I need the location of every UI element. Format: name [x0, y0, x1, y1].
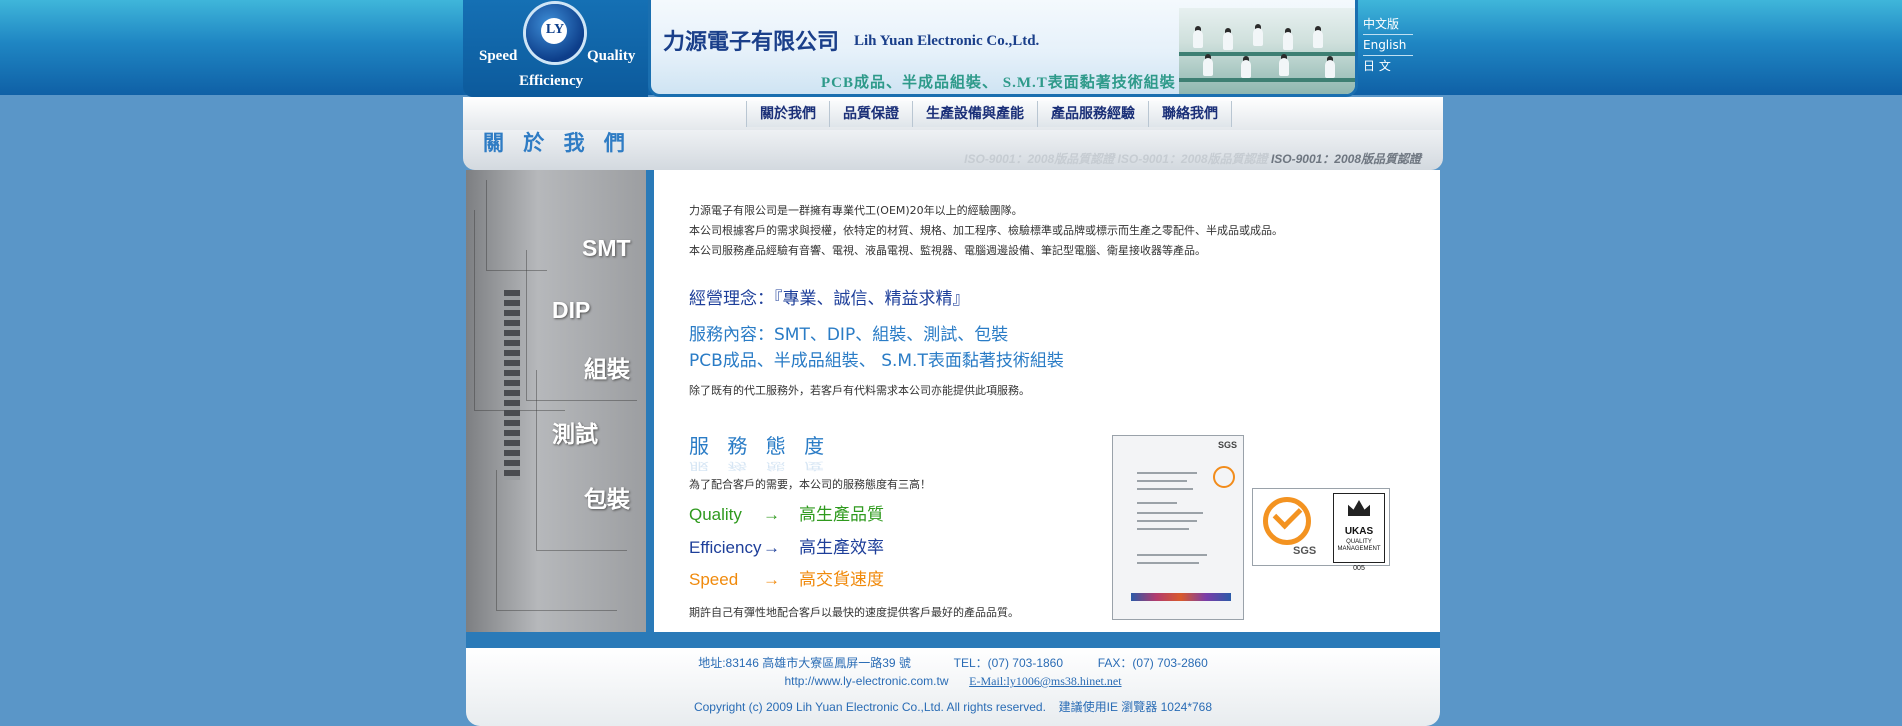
- logo-word-efficiency: Efficiency: [519, 73, 584, 89]
- services-line-1: 服務內容：SMT、DIP、組裝、測試、包裝: [689, 325, 1009, 345]
- header-slogan: PCB成品、半成品組裝、 S.M.T表面黏著技術組裝: [821, 75, 1176, 91]
- lang-chinese-link[interactable]: 中文版: [1363, 14, 1413, 35]
- sidebar-word-testing: 測試: [552, 421, 598, 447]
- efficiency-key: Efficiency: [689, 538, 762, 557]
- efficiency-row: Efficiency→ 高生產效率: [689, 533, 884, 558]
- lang-japanese-link[interactable]: 日 文: [1363, 56, 1413, 76]
- footer-email-link[interactable]: E-Mail:ly1006@ms38.hinet.net: [969, 674, 1121, 688]
- ukas-subtitle: QUALITY MANAGEMENT: [1337, 539, 1381, 552]
- footer-band: [466, 632, 1440, 648]
- company-name-en: Lih Yuan Electronic Co.,Ltd.: [854, 33, 1040, 49]
- header-banner: 力源電子有限公司 Lih Yuan Electronic Co.,Ltd. PC…: [648, 0, 1358, 97]
- nav-equipment[interactable]: 生產設備與產能: [912, 101, 1037, 127]
- intro-line-1: 力源電子有限公司是一群擁有專業代工(OEM)20年以上的經驗團隊。: [689, 204, 1023, 217]
- nav-about[interactable]: 關於我們: [746, 101, 829, 127]
- title-area: 關 於 我 們 ISO-9001：2008版品質認證 ISO-9001：2008…: [463, 130, 1443, 170]
- certificate-seal-icon: [1213, 466, 1235, 488]
- ukas-logo-icon: UKAS QUALITY MANAGEMENT 005: [1333, 493, 1385, 572]
- footer-browser-note: 建議使用IE 瀏覽器 1024*768: [1058, 700, 1213, 714]
- certificate-color-bar: [1131, 593, 1231, 601]
- efficiency-value: 高生產效率: [799, 538, 884, 557]
- page-title: 關 於 我 們: [483, 131, 631, 155]
- main-content: 力源電子有限公司是一群擁有專業代工(OEM)20年以上的經驗團隊。 本公司根據客…: [654, 170, 1440, 632]
- chip-graphic: [504, 290, 520, 480]
- quality-row: Quality → 高生產品質: [689, 500, 884, 525]
- sidebar-edge: [646, 170, 654, 632]
- speed-row: Speed → 高交貨速度: [689, 565, 884, 590]
- philosophy-heading: 經營理念：『專業、誠信、精益求精』: [689, 289, 970, 309]
- iso-banner-strong: ISO-9001：2008版品質認證: [1270, 152, 1421, 166]
- page-wrapper: LY Speed Quality Efficiency 力源電子有限公司 Lih…: [463, 0, 1443, 726]
- main-nav: 關於我們 品質保證 生產設備與產能 產品服務經驗 聯絡我們: [746, 101, 1232, 127]
- speed-value: 高交貨速度: [799, 570, 884, 589]
- speed-key: Speed: [689, 570, 739, 589]
- nav-experience[interactable]: 產品服務經驗: [1037, 101, 1148, 127]
- footer-copyright-line: Copyright (c) 2009 Lih Yuan Electronic C…: [466, 698, 1440, 715]
- sidebar-word-dip: DIP: [552, 297, 591, 323]
- logo-word-speed: Speed: [479, 48, 518, 64]
- ukas-number: 005: [1353, 565, 1365, 572]
- intro-line-2: 本公司根據客戶的需求與授權，依特定的材質、規格、加工程序、檢驗標準或品牌或標示而…: [689, 224, 1283, 237]
- speed-arrow-icon: →: [763, 570, 780, 589]
- service-attitude-intro: 為了配合客戶的需要，本公司的服務態度有三高！: [689, 478, 931, 491]
- nav-contact[interactable]: 聯絡我們: [1148, 101, 1232, 127]
- iso-certificate-image[interactable]: SGS: [1112, 435, 1244, 620]
- iso-banner-faded: ISO-9001：2008版品質認證 ISO-9001：2008版品質認證: [964, 152, 1268, 166]
- sgs-logo-icon: SGS: [1257, 495, 1325, 559]
- services-line-2: PCB成品、半成品組裝、 S.M.T表面黏著技術組裝: [689, 351, 1064, 371]
- footer-copyright: Copyright (c) 2009 Lih Yuan Electronic C…: [693, 700, 1046, 714]
- ukas-name: UKAS: [1344, 526, 1374, 537]
- lang-english-link[interactable]: English: [1363, 35, 1413, 56]
- service-attitude-heading-reflection: 服 務 態 度: [689, 459, 831, 472]
- sidebar-word-packing: 包裝: [584, 486, 630, 512]
- footer-fax: FAX：(07) 703-2860: [1097, 656, 1208, 670]
- footer-tel: TEL：(07) 703-1860: [953, 656, 1064, 670]
- sgs-logo-text: SGS: [1293, 545, 1317, 557]
- iso-banner: ISO-9001：2008版品質認證 ISO-9001：2008版品質認證 IS…: [964, 150, 1421, 167]
- efficiency-arrow-icon: →: [763, 538, 780, 557]
- footer-contact-line: 地址:83146 高雄市大寮區鳳屏一路39 號 TEL：(07) 703-186…: [466, 654, 1440, 671]
- footer: 地址:83146 高雄市大寮區鳳屏一路39 號 TEL：(07) 703-186…: [466, 648, 1440, 726]
- intro-line-3: 本公司服務產品經驗有音響、電視、液晶電視、監視器、電腦週邊設備、筆記型電腦、衛星…: [689, 244, 1206, 257]
- sidebar-word-smt: SMT: [582, 235, 631, 261]
- logo-mark-text: LY: [545, 22, 565, 37]
- quality-value: 高生產品質: [799, 505, 884, 524]
- sidebar-image: SMT DIP 組裝 測試 包裝: [466, 170, 646, 632]
- certification-logos[interactable]: SGS UKAS QUALITY MANAGEMENT 005: [1252, 488, 1390, 572]
- nav-quality[interactable]: 品質保證: [829, 101, 912, 127]
- company-name-zh: 力源電子有限公司: [663, 30, 840, 55]
- extra-service-note: 除了既有的代工服務外，若客戶有代料需求本公司亦能提供此項服務。: [689, 384, 1030, 397]
- quality-arrow-icon: →: [763, 505, 780, 524]
- content-area: SMT DIP 組裝 測試 包裝 力源電子有限公司是一群擁有專業代工(OEM)2…: [466, 170, 1440, 632]
- certificate-header: SGS: [1217, 440, 1237, 450]
- service-attitude-heading: 服 務 態 度: [689, 434, 831, 458]
- logo-word-quality: Quality: [587, 48, 636, 64]
- footer-links-line: http://www.ly-electronic.com.tw E-Mail:l…: [466, 674, 1440, 689]
- factory-photo: [1179, 8, 1355, 94]
- quality-key: Quality: [689, 505, 742, 524]
- footer-address: 地址:83146 高雄市大寮區鳳屏一路39 號: [698, 656, 911, 670]
- language-menu: 中文版 English 日 文: [1363, 14, 1443, 76]
- sidebar-word-assembly: 組裝: [584, 356, 630, 382]
- logo[interactable]: LY Speed Quality Efficiency: [463, 0, 648, 97]
- service-closing: 期許自己有彈性地配合客戶以最快的速度提供客戶最好的產品品質。: [689, 606, 1019, 619]
- crown-icon: [1348, 500, 1370, 516]
- footer-website[interactable]: http://www.ly-electronic.com.tw: [784, 674, 948, 688]
